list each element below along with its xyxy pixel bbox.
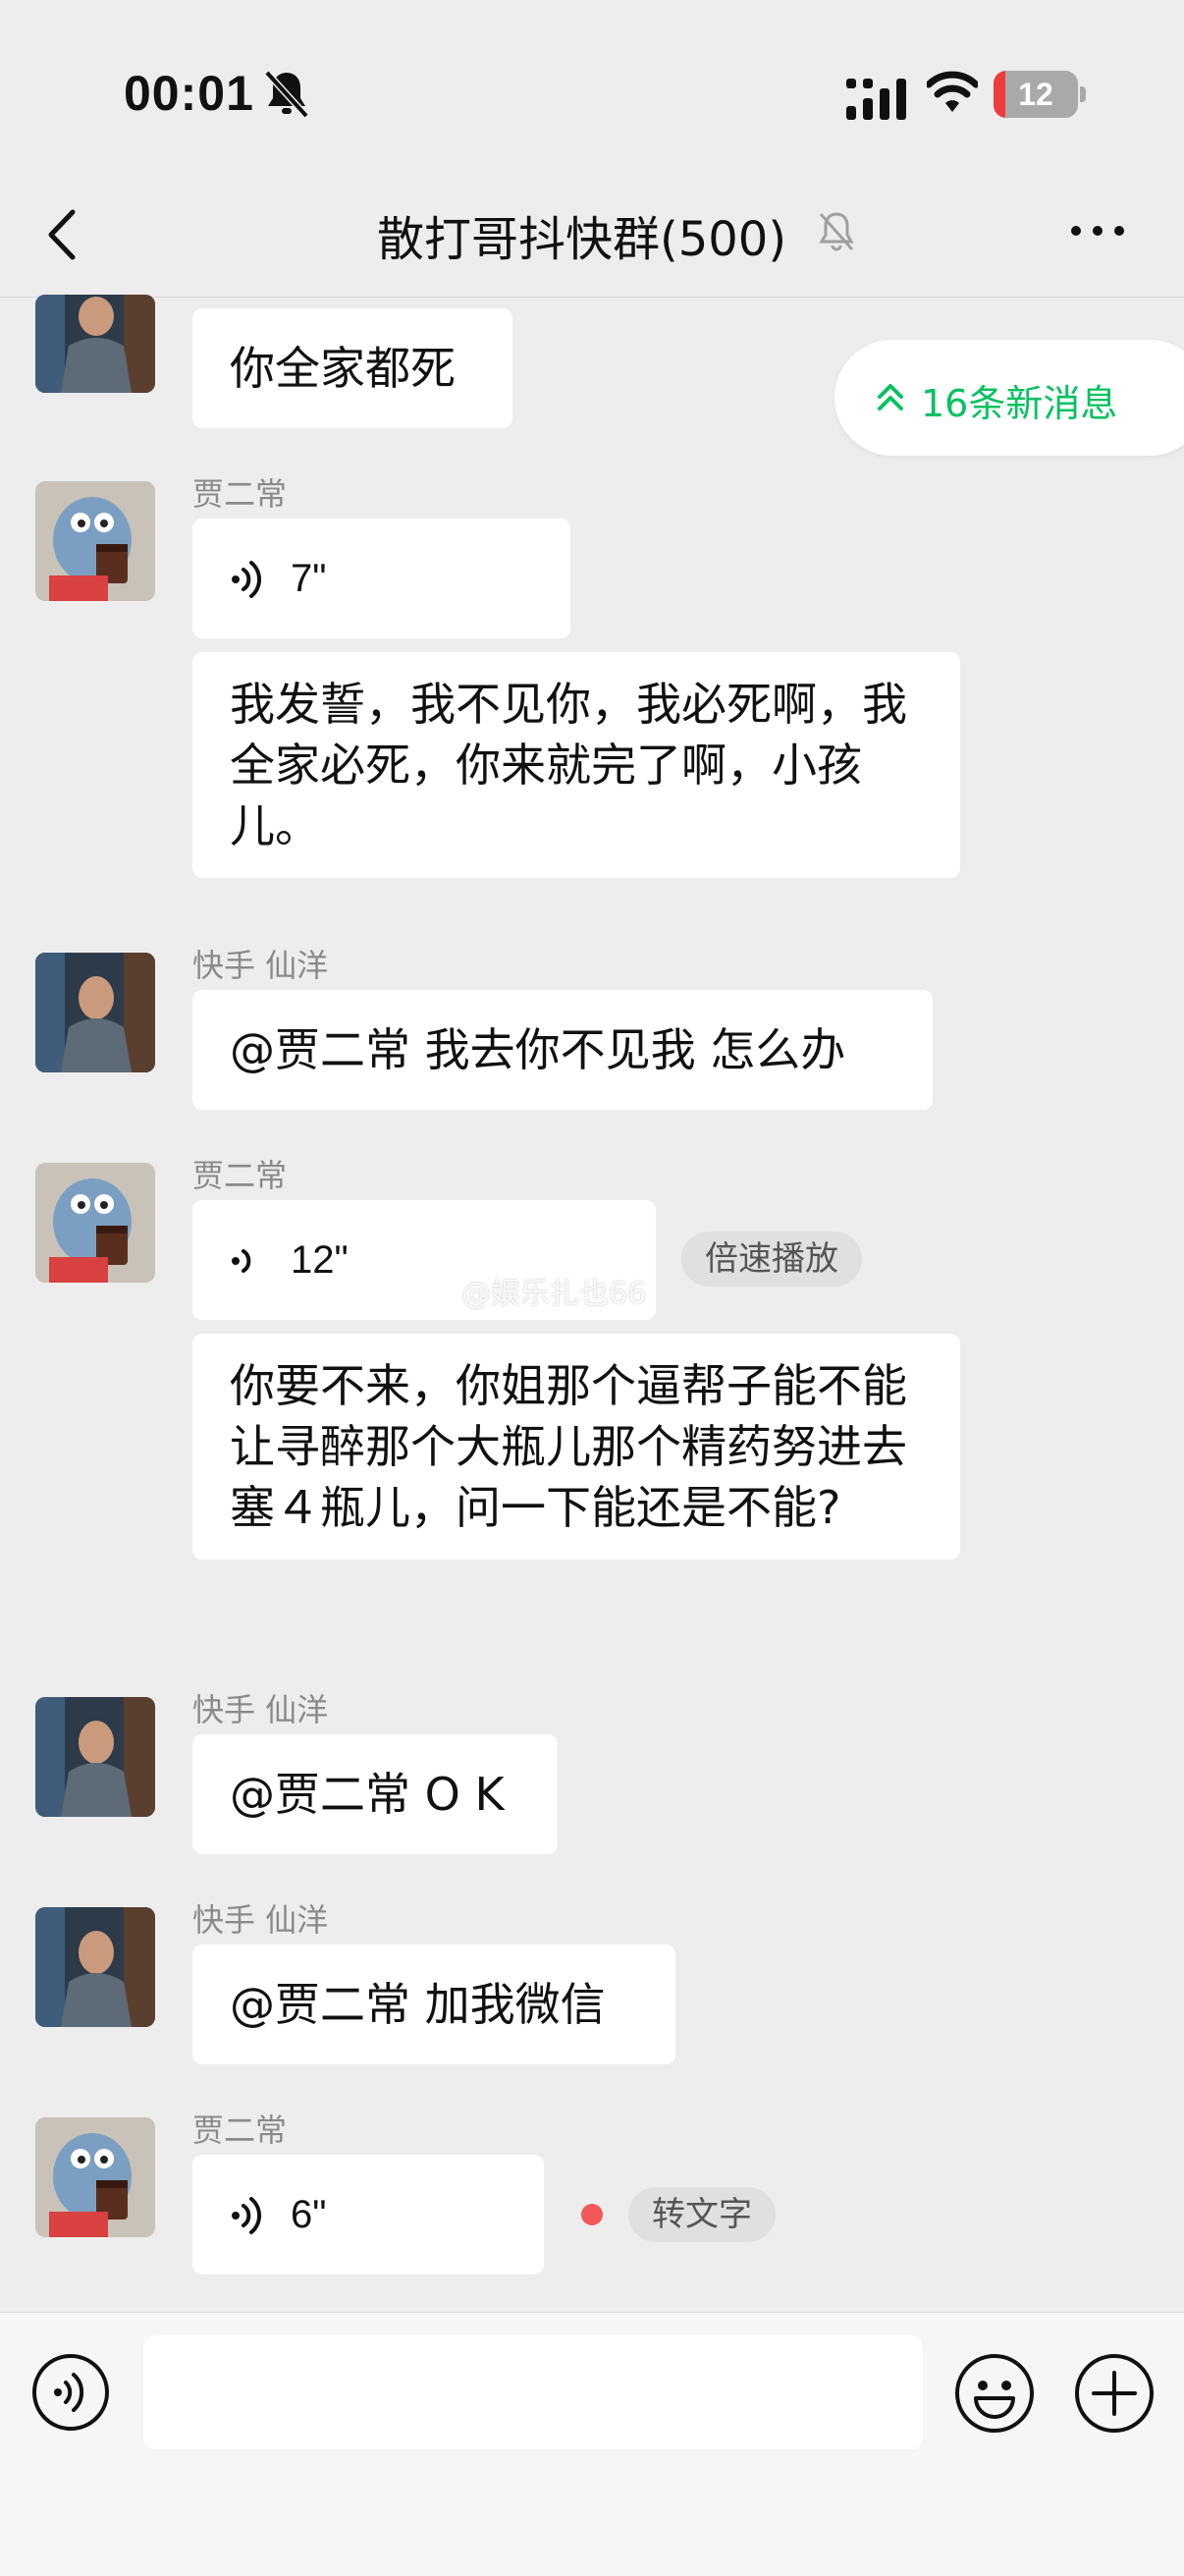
avatar-jiaerchang[interactable]: [35, 2117, 155, 2237]
avatar-xianyang[interactable]: [35, 953, 155, 1072]
new-messages-label: 16条新消息: [921, 382, 1118, 425]
sender-name: 贾二常: [192, 1157, 288, 1194]
bell-off-icon: [264, 70, 309, 119]
message-input[interactable]: [143, 2335, 923, 2449]
avatar-jiaerchang[interactable]: [35, 1163, 155, 1283]
sender-name: 快手 仙洋: [192, 1691, 329, 1728]
message-bubble[interactable]: 你要不来，你姐那个逼帮子能不能让寻醉那个大瓶儿那个精药努进去塞４瓶儿，问一下能还…: [192, 1334, 960, 1560]
avatar-xianyang[interactable]: [35, 1697, 155, 1817]
more-options-icon[interactable]: [1068, 218, 1127, 244]
voice-wave-icon: [232, 561, 262, 598]
voice-message[interactable]: 6": [192, 2155, 544, 2275]
message-bubble[interactable]: @贾二常 加我微信: [192, 1945, 675, 2064]
avatar-xianyang[interactable]: [35, 295, 155, 393]
battery-low-fill: [994, 71, 1005, 118]
voice-input-icon[interactable]: [31, 2353, 110, 2432]
group-title: 散打哥抖快群(500): [377, 212, 787, 267]
voice-message[interactable]: 7": [192, 519, 570, 638]
battery-indicator: 12: [994, 71, 1078, 118]
signal-icon: [846, 79, 906, 120]
battery-tip: [1080, 86, 1086, 102]
status-time: 00:01: [124, 66, 254, 121]
message-bubble[interactable]: 你全家都死: [192, 308, 512, 428]
new-messages-button[interactable]: 16条新消息: [834, 340, 1184, 456]
battery-level: 12: [1018, 77, 1053, 112]
back-icon[interactable]: [43, 206, 82, 263]
plus-icon[interactable]: [1074, 2353, 1155, 2434]
voice-duration: 6": [291, 2193, 327, 2236]
voice-duration: 7": [291, 557, 327, 600]
unread-dot: [581, 2204, 603, 2225]
transcribe-button[interactable]: 转文字: [628, 2187, 776, 2242]
speed-playback-button[interactable]: 倍速播放: [681, 1232, 862, 1287]
message-bubble[interactable]: @贾二常 O K: [192, 1734, 558, 1854]
avatar-jiaerchang[interactable]: [35, 481, 155, 601]
sender-name: 贾二常: [192, 475, 288, 513]
voice-wave-icon: [232, 2197, 262, 2234]
wifi-icon: [927, 71, 978, 112]
sender-name: 贾二常: [192, 2111, 288, 2149]
mute-bell-icon: [819, 212, 854, 251]
double-chevron-up-icon: [878, 384, 903, 411]
watermark: @娱乐扎也66: [461, 1277, 647, 1311]
voice-wave-icon: [232, 1249, 251, 1273]
voice-duration: 12": [291, 1238, 349, 1282]
sender-name: 快手 仙洋: [192, 947, 329, 984]
sender-name: 快手 仙洋: [192, 1901, 329, 1939]
message-bubble[interactable]: 我发誓，我不见你，我必死啊，我全家必死，你来就完了啊，小孩儿。: [192, 652, 960, 878]
avatar-xianyang[interactable]: [35, 1907, 155, 2027]
message-bubble[interactable]: @贾二常 我去你不见我 怎么办: [192, 990, 933, 1110]
emoji-icon[interactable]: [954, 2353, 1035, 2434]
